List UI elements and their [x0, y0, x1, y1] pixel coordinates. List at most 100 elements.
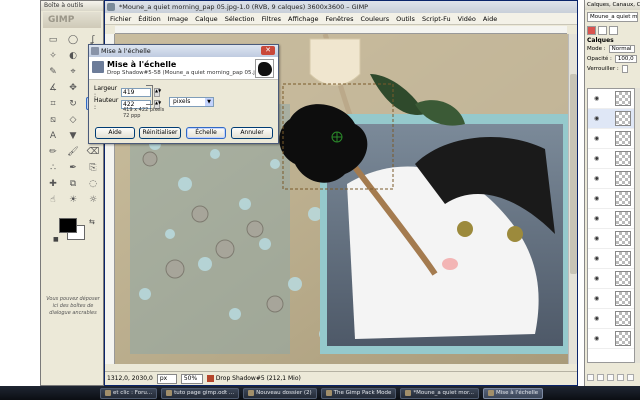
- eye-icon[interactable]: ◉: [594, 195, 599, 202]
- eraser-icon[interactable]: ⌫: [86, 145, 100, 158]
- dodge2-icon[interactable]: ☼: [86, 193, 100, 206]
- layer-row[interactable]: ◉: [588, 189, 634, 209]
- brush-icon[interactable]: 🖌: [66, 145, 80, 158]
- help-button[interactable]: Aide: [95, 127, 135, 139]
- delete-layer-icon[interactable]: [627, 374, 634, 381]
- lock-alpha-checkbox[interactable]: [621, 65, 628, 73]
- airbrush-icon[interactable]: ∴: [46, 161, 60, 174]
- reset-button[interactable]: Réinitialiser: [139, 127, 181, 139]
- eye-icon[interactable]: ◉: [594, 135, 599, 142]
- select-by-color-icon[interactable]: ◐: [66, 49, 80, 62]
- unit-selector[interactable]: px: [156, 373, 177, 384]
- pencil-icon[interactable]: ✏: [46, 145, 60, 158]
- vertical-scrollbar-thumb[interactable]: [570, 74, 577, 274]
- menu-item[interactable]: Outils: [396, 13, 415, 24]
- width-spinner[interactable]: ▲▼: [154, 87, 161, 97]
- menu-item[interactable]: Fenêtres: [326, 13, 354, 24]
- opacity-label: Opacité :: [587, 56, 612, 62]
- layer-row[interactable]: ◉: [588, 289, 634, 309]
- taskbar-button[interactable]: The Gimp Pack Mode: [320, 387, 397, 399]
- swap-colors-icon[interactable]: ⇆: [89, 218, 95, 226]
- perspective-icon[interactable]: ◇: [66, 113, 80, 126]
- color-picker-icon[interactable]: ⌖: [66, 65, 80, 78]
- dodge-icon[interactable]: ☀: [66, 193, 80, 206]
- reset-colors-icon[interactable]: ■: [53, 236, 59, 243]
- text-icon[interactable]: A: [46, 129, 60, 142]
- crop-icon[interactable]: ⌗: [46, 97, 60, 110]
- close-icon[interactable]: ✕: [261, 46, 275, 55]
- taskbar-button[interactable]: Nouveau dossier (2): [243, 387, 317, 399]
- eye-icon[interactable]: ◉: [594, 335, 599, 342]
- chain-link-icon[interactable]: [146, 85, 153, 105]
- layer-list-scrollbar[interactable]: [635, 88, 640, 363]
- cancel-button[interactable]: Annuler: [231, 127, 273, 139]
- menu-item[interactable]: Édition: [138, 13, 161, 24]
- image-selector[interactable]: Moune_a quiet morni...: [587, 12, 638, 22]
- layer-row[interactable]: ◉: [588, 149, 634, 169]
- layer-row[interactable]: ◉: [588, 169, 634, 189]
- heal-icon[interactable]: ✚: [46, 177, 60, 190]
- menu-item[interactable]: Vidéo: [458, 13, 476, 24]
- menu-item[interactable]: Aide: [483, 13, 497, 24]
- move-icon[interactable]: ✥: [66, 81, 80, 94]
- menu-item[interactable]: Couleurs: [361, 13, 390, 24]
- eye-icon[interactable]: ◉: [594, 95, 599, 102]
- menu-item[interactable]: Fichier: [110, 13, 131, 24]
- eye-icon[interactable]: ◉: [594, 175, 599, 182]
- taskbar-button[interactable]: Mise à l'échelle: [482, 387, 544, 399]
- ellipse-select-icon[interactable]: ◯: [66, 33, 80, 46]
- smudge-icon[interactable]: ☝: [46, 193, 60, 206]
- menu-item[interactable]: Filtres: [262, 13, 281, 24]
- eye-icon[interactable]: ◉: [594, 235, 599, 242]
- raise-layer-icon[interactable]: [597, 374, 604, 381]
- layer-row[interactable]: ◉: [588, 309, 634, 329]
- menu-item[interactable]: Image: [168, 13, 188, 24]
- magic-wand-icon[interactable]: ✧: [46, 49, 60, 62]
- taskbar-button[interactable]: *Moune_a quiet mor...: [400, 387, 479, 399]
- paths-icon[interactable]: ✎: [46, 65, 60, 78]
- foreground-color[interactable]: [59, 218, 77, 233]
- layer-row[interactable]: ◉: [588, 229, 634, 249]
- rotate-icon[interactable]: ↻: [66, 97, 80, 110]
- bucket-icon[interactable]: ▼: [66, 129, 80, 142]
- opacity-input[interactable]: 100,0: [614, 55, 637, 63]
- ink-icon[interactable]: ✒: [66, 161, 80, 174]
- shear-icon[interactable]: ⧅: [46, 113, 60, 126]
- layer-row[interactable]: ◉: [588, 109, 634, 129]
- scale-button[interactable]: Échelle: [186, 127, 226, 139]
- unit-dropdown[interactable]: pixels ▼: [169, 97, 214, 107]
- eye-icon[interactable]: ◉: [594, 255, 599, 262]
- taskbar-button[interactable]: tuto page gimp.odt ...: [161, 387, 240, 399]
- clone-icon[interactable]: ⎘: [86, 161, 100, 174]
- rect-select-icon[interactable]: ▭: [46, 33, 60, 46]
- layer-row[interactable]: ◉: [588, 329, 634, 349]
- mode-select[interactable]: Normal: [608, 45, 635, 53]
- zoom-selector[interactable]: 50%: [180, 373, 203, 384]
- eye-icon[interactable]: ◉: [594, 315, 599, 322]
- new-layer-icon[interactable]: [587, 374, 594, 381]
- eye-icon[interactable]: ◉: [594, 295, 599, 302]
- eye-icon[interactable]: ◉: [594, 155, 599, 162]
- tab-channels[interactable]: [598, 26, 607, 35]
- menu-item[interactable]: Calque: [195, 13, 218, 24]
- menu-item[interactable]: Affichage: [288, 13, 319, 24]
- layer-row[interactable]: ◉: [588, 269, 634, 289]
- eye-icon[interactable]: ◉: [594, 115, 599, 122]
- eye-icon[interactable]: ◉: [594, 215, 599, 222]
- lower-layer-icon[interactable]: [607, 374, 614, 381]
- perspective-clone-icon[interactable]: ⧉: [66, 177, 80, 190]
- vertical-scrollbar[interactable]: [568, 34, 577, 364]
- layer-row[interactable]: ◉: [588, 249, 634, 269]
- tab-paths[interactable]: [609, 26, 618, 35]
- taskbar-button[interactable]: et clic : Foru...: [100, 387, 158, 399]
- menu-item[interactable]: Sélection: [225, 13, 255, 24]
- layer-row[interactable]: ◉: [588, 129, 634, 149]
- blur-icon[interactable]: ◌: [86, 177, 100, 190]
- layer-row[interactable]: ◉: [588, 209, 634, 229]
- measure-icon[interactable]: ∡: [46, 81, 60, 94]
- eye-icon[interactable]: ◉: [594, 275, 599, 282]
- menu-item[interactable]: Script-Fu: [422, 13, 451, 24]
- tab-layers[interactable]: [587, 26, 596, 35]
- layer-row[interactable]: ◉: [588, 89, 634, 109]
- duplicate-layer-icon[interactable]: [617, 374, 624, 381]
